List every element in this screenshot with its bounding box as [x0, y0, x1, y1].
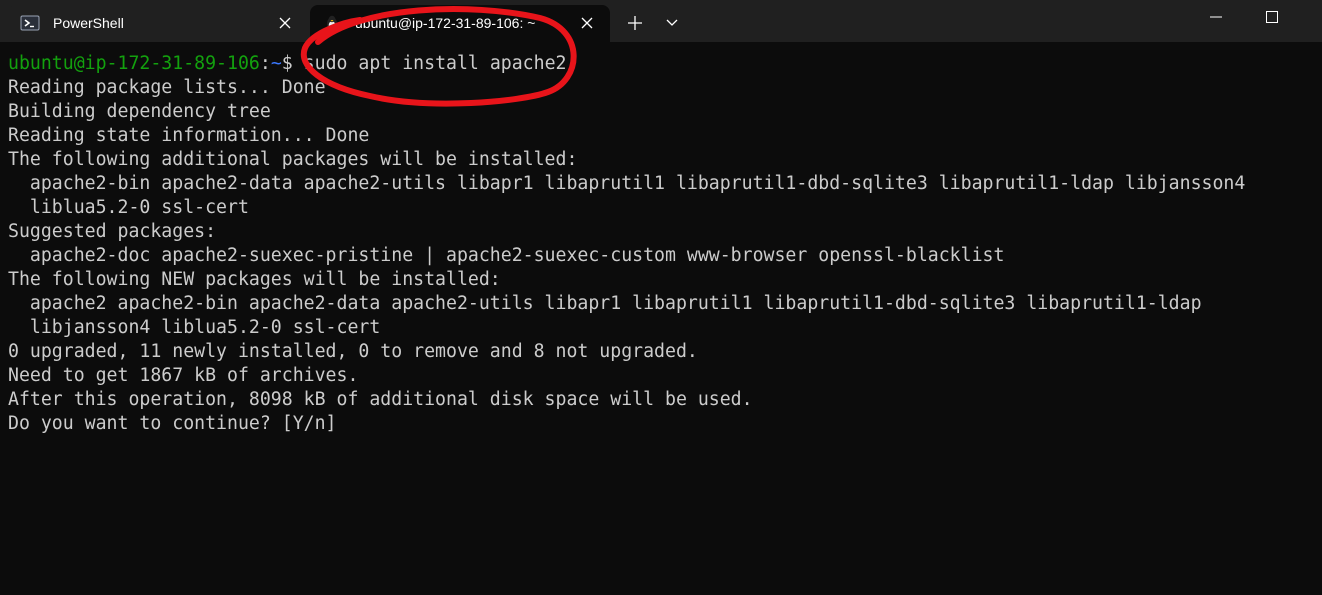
minimize-icon — [1210, 16, 1222, 18]
output-line: Need to get 1867 kB of archives. — [8, 365, 359, 386]
tab-label: ubuntu@ip-172-31-89-106: ~ — [355, 15, 536, 31]
prompt-path: ~ — [270, 53, 282, 74]
output-line: Building dependency tree — [8, 101, 271, 122]
prompt-colon: : — [259, 53, 271, 74]
output-line: liblua5.2-0 ssl-cert — [8, 197, 249, 218]
close-tab-icon[interactable] — [276, 14, 294, 32]
output-line: After this operation, 8098 kB of additio… — [8, 389, 753, 410]
output-line: The following additional packages will b… — [8, 149, 578, 170]
new-tab-button[interactable] — [620, 8, 650, 38]
chevron-down-icon — [666, 19, 678, 26]
prompt-user-host: ubuntu@ip-172-31-89-106 — [8, 53, 260, 74]
output-line: Suggested packages: — [8, 221, 217, 242]
output-line: apache2 apache2-bin apache2-data apache2… — [8, 293, 1202, 314]
maximize-button[interactable] — [1244, 0, 1300, 34]
maximize-icon — [1266, 11, 1278, 23]
prompt-line: ubuntu@ip-172-31-89-106:~$ sudo apt inst… — [8, 52, 1308, 76]
linux-penguin-icon — [326, 15, 338, 32]
tab-ubuntu[interactable]: ubuntu@ip-172-31-89-106: ~ — [310, 5, 610, 42]
output-line: Reading package lists... Done — [8, 77, 326, 98]
output-line: The following NEW packages will be insta… — [8, 269, 501, 290]
output-line: Do you want to continue? [Y/n] — [8, 413, 337, 434]
output-line: apache2-bin apache2-data apache2-utils l… — [8, 173, 1246, 194]
tab-dropdown-button[interactable] — [658, 8, 686, 38]
tab-label: PowerShell — [53, 15, 124, 31]
output-line: 0 upgraded, 11 newly installed, 0 to rem… — [8, 341, 698, 362]
output-line: Reading state information... Done — [8, 125, 370, 146]
close-tab-icon[interactable] — [578, 14, 596, 32]
powershell-icon — [20, 15, 40, 31]
minimize-button[interactable] — [1188, 0, 1244, 34]
terminal-output[interactable]: ubuntu@ip-172-31-89-106:~$ sudo apt inst… — [8, 52, 1308, 582]
prompt-symbol: $ — [281, 53, 304, 74]
command-text: sudo apt install apache2 — [303, 53, 567, 74]
output-line: libjansson4 liblua5.2-0 ssl-cert — [8, 317, 381, 338]
close-window-button[interactable] — [1300, 0, 1322, 34]
title-bar: PowerShell ubuntu@ip-172-31-89-106: ~ — [0, 0, 1322, 42]
output-line: apache2-doc apache2-suexec-pristine | ap… — [8, 245, 1005, 266]
tab-powershell[interactable]: PowerShell — [8, 5, 308, 42]
plus-icon — [628, 16, 642, 30]
